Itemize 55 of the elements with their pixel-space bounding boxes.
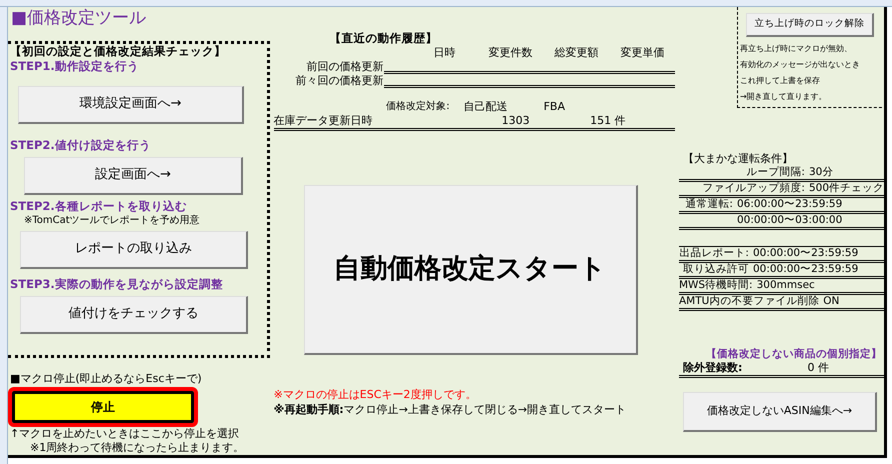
condition-value: 500件チェック [808,182,884,195]
exclusion-heading: 【価格改定しない商品の個別指定】 [705,347,883,361]
stop-note: ↑マクロを止めたいときはここから停止を選択 [10,427,240,441]
step-note: ※TomCatツールでレポートを予め用意 [23,214,201,227]
history-heading: 【直近の動作履歴】 [328,31,439,46]
history-column-header: 変更件数 [488,46,534,60]
condition-label: ループ間隔: [745,166,806,179]
step-label: STEP2.値付け設定を行う [10,138,152,153]
condition-label: MWS待機時間: [678,279,754,292]
lock-note: →開き直して直ります。 [740,91,828,103]
condition-label: 出品レポート: [678,247,750,260]
inventory-value: 1303 [500,114,530,128]
step-label: STEP3.実際の動作を見ながら設定調整 [10,276,224,292]
history-column-header: 総変更額 [554,46,600,60]
condition-value: 00:00:00〜03:00:00 [736,214,842,227]
conditions-heading: 【大まかな運転条件】 [682,152,794,166]
macro-button[interactable]: 価格改定しないASIN編集へ→ [682,392,877,432]
exclusion-label: 除外登録数: [682,361,744,375]
condition-label: AMTU内の不要ファイル削除 [678,295,820,308]
macro-note: ※再起動手順:マクロ停止→上書き保存して閉じる→開き直してスタート [274,402,628,417]
target-label: 価格改定対象: [385,100,451,114]
condition-label: 通常運転: [684,198,734,211]
step-label: STEP2.各種レポートを取り込む [10,198,188,214]
stop-note: ※1周終わって待機になったら止まります。 [29,441,246,455]
condition-value: 00:00:00〜23:59:59 [752,263,858,276]
lock-note: 有効化のメッセージが出ないとき [740,59,861,71]
condition-label: 取り込み許可 [682,263,750,276]
setup-heading: 【初回の設定と価格改定結果チェック】 [10,44,227,59]
history-column-header: 日時 [432,46,457,60]
macro-note: ※マクロの停止はESCキー2度押しです。 [274,387,478,402]
history-row-label: 前々回の価格更新 [294,74,384,88]
macro-button[interactable]: 立ち上げ時のロック解除 [746,13,874,37]
macro-button[interactable]: 値付けをチェックする [20,296,248,334]
condition-value: 30分 [808,166,834,179]
inventory-value: 151 件 [589,114,626,128]
macro-button[interactable]: 環境設定画面へ→ [18,86,244,124]
macro-button[interactable]: 設定画面へ→ [24,156,243,195]
stop-heading: ■マクロ停止(即止めるならEscキーで) [10,372,203,386]
inventory-label: 在庫データ更新日時 [274,114,374,128]
macro-button[interactable]: レポートの取り込み [20,230,248,269]
exclusion-count: 0 件 [806,361,829,375]
lock-note: 再立ち上げ時にマクロが無効、 [740,43,853,55]
lock-note: これ押して上書を保存 [740,75,821,87]
step-label: STEP1.動作設定を行う [10,58,140,74]
condition-label: ファイルアップ頻度: [701,182,806,195]
condition-value: 00:00:00〜23:59:59 [752,247,858,260]
history-row-label: 前回の価格更新 [306,60,384,74]
history-column-header: 変更単価 [620,46,666,60]
target-column-header: 自己配送 [464,100,509,114]
condition-value: 300mmsec [756,279,815,292]
condition-value: ON [823,295,840,308]
start-button[interactable]: 自動価格改定スタート [304,185,638,355]
target-column-header: FBA [544,100,566,114]
condition-value: 06:00:00〜23:59:59 [736,198,842,211]
sheet-title: ■価格改定ツール [10,7,148,30]
